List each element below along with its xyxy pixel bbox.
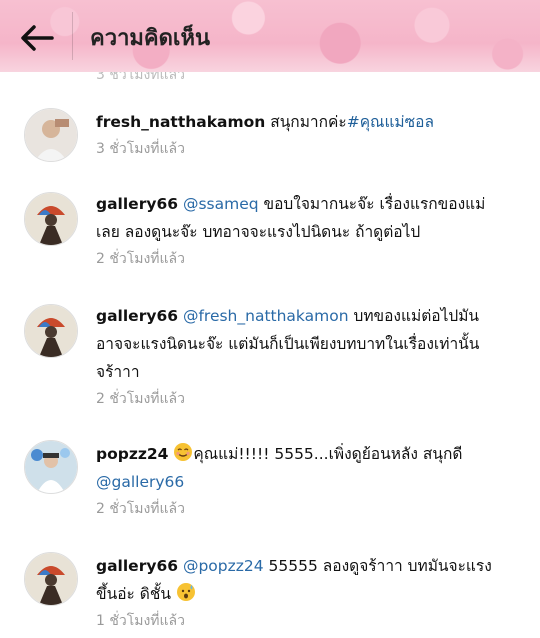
comment-text: gallery66 @ssameq ขอบใจมากนะจ๊ะ เรื่องแร… (96, 190, 502, 246)
comment-body: popzz24 คุณแม่!!!!! 5555...เพิ่งดูย้อนหล… (96, 440, 502, 520)
avatar[interactable] (24, 440, 78, 494)
sweat-face-emoji (176, 583, 195, 601)
comment-text: popzz24 คุณแม่!!!!! 5555...เพิ่งดูย้อนหล… (96, 440, 502, 496)
avatar[interactable] (24, 192, 78, 246)
avatar[interactable] (24, 108, 78, 162)
page-title: ความคิดเห็น (90, 26, 210, 51)
timestamp: 3 ชั่วโมงที่แล้ว (96, 72, 185, 83)
comment-text: fresh_natthakamon สนุกมากค่ะ#คุณแม่ซอล (96, 108, 502, 136)
mention-link[interactable]: @gallery66 (96, 473, 184, 491)
comment-body: gallery66 @popzz24 55555 ลองดูจร้าาา บทม… (96, 552, 502, 632)
mention-link[interactable]: @fresh_natthakamon (183, 307, 349, 325)
username[interactable]: gallery66 (96, 195, 178, 213)
comment-message: สนุกมากค่ะ (265, 113, 347, 131)
comment-message: คุณแม่!!!!! 5555...เพิ่งดูย้อนหลัง สนุกด… (193, 445, 463, 463)
mention-link[interactable]: @popzz24 (183, 557, 264, 575)
comment-body: fresh_natthakamon สนุกมากค่ะ#คุณแม่ซอล 3… (96, 108, 502, 160)
timestamp: 2 ชั่วโมงที่แล้ว (96, 251, 185, 267)
username[interactable]: gallery66 (96, 307, 178, 325)
hashtag-link[interactable]: #คุณแม่ซอล (347, 113, 434, 131)
timestamp: 3 ชั่วโมงที่แล้ว (96, 141, 185, 157)
comment-body: gallery66 @ssameq ขอบใจมากนะจ๊ะ เรื่องแร… (96, 190, 502, 270)
mention-link[interactable]: @ssameq (183, 195, 259, 213)
username[interactable]: fresh_natthakamon (96, 113, 265, 131)
timestamp: 2 ชั่วโมงที่แล้ว (96, 501, 185, 517)
comment-text: gallery66 @popzz24 55555 ลองดูจร้าาา บทม… (96, 552, 502, 608)
header-divider (72, 12, 73, 60)
avatar[interactable] (24, 552, 78, 606)
back-button[interactable] (14, 20, 58, 56)
username[interactable]: gallery66 (96, 557, 178, 575)
back-arrow-icon (21, 25, 54, 51)
smiling-face-emoji (174, 443, 193, 461)
header-bar: ความคิดเห็น (0, 0, 540, 72)
avatar[interactable] (24, 304, 78, 358)
comment-feed[interactable]: 3 ชั่วโมงที่แล้ว fresh_natthakamon สนุกม… (0, 72, 540, 638)
username[interactable]: popzz24 (96, 445, 168, 463)
timestamp: 2 ชั่วโมงที่แล้ว (96, 391, 185, 407)
comment-body: gallery66 @fresh_natthakamon บทของแม่ต่อ… (96, 302, 502, 410)
timestamp: 1 ชั่วโมงที่แล้ว (96, 613, 185, 629)
comment-text: gallery66 @fresh_natthakamon บทของแม่ต่อ… (96, 302, 502, 386)
